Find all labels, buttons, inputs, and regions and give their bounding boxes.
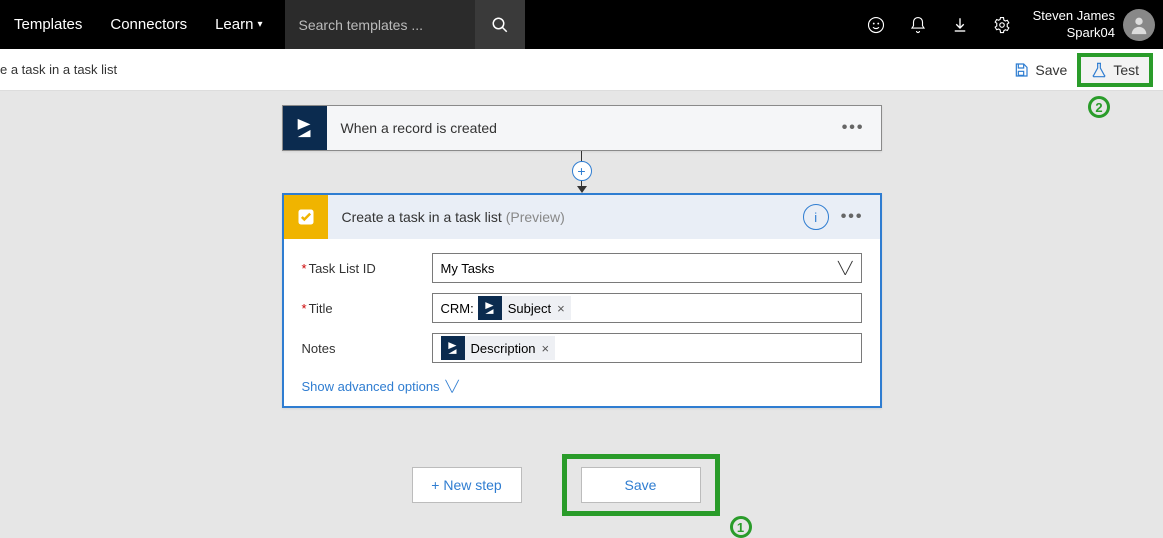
google-tasks-icon [284,195,328,239]
notes-label: Notes [302,341,432,356]
user-menu[interactable]: Steven James Spark04 [1023,0,1163,49]
action-title-preview: (Preview) [506,209,565,225]
nav-connectors[interactable]: Connectors [96,0,201,49]
nav-learn-label: Learn [215,16,253,33]
token-description[interactable]: Description × [441,336,556,360]
trigger-card[interactable]: When a record is created ••• [282,105,882,151]
user-tenant: Spark04 [1033,25,1115,41]
settings-button[interactable] [981,0,1023,49]
save-callout-group: Save 1 [562,454,752,516]
action-title-main: Create a task in a task list [342,209,506,225]
title-label: *Title [302,301,432,316]
show-advanced-link[interactable]: Show advanced options ╲╱ [302,379,459,394]
row-tasklist: *Task List ID My Tasks ╲╱ [302,253,862,283]
dynamics-icon [283,106,327,150]
cmd-save-button[interactable]: Save [1003,53,1077,87]
search-icon [491,16,509,34]
action-card[interactable]: Create a task in a task list (Preview) i… [282,193,882,408]
title-prefix: CRM: [441,301,474,316]
flow-canvas: When a record is created ••• + Create a … [0,91,1163,516]
action-more-button[interactable]: ••• [835,208,870,226]
tasklist-value: My Tasks [441,261,495,276]
save-button[interactable]: Save [581,467,701,503]
token-subject-label: Subject [508,301,551,316]
row-title: *Title CRM: Subject × [302,293,862,323]
arrow-down-icon [577,186,587,193]
download-icon [951,16,969,34]
feedback-button[interactable] [855,0,897,49]
cmd-test-button[interactable]: Test [1077,53,1153,87]
smile-icon [867,16,885,34]
tasklist-label: *Task List ID [302,261,432,276]
top-nav-left: Templates Connectors Learn ▾ [0,0,525,49]
notes-input[interactable]: Description × [432,333,862,363]
chevron-down-icon: ╲╱ [446,380,459,393]
cmd-test-label: Test [1113,62,1139,78]
user-name: Steven James [1033,8,1115,24]
info-button[interactable]: i [803,204,829,230]
user-text: Steven James Spark04 [1033,8,1115,41]
notifications-button[interactable] [897,0,939,49]
token-remove-button[interactable]: × [557,301,565,316]
chevron-down-icon: ╲╱ [838,261,852,275]
nav-templates[interactable]: Templates [0,0,96,49]
new-step-button[interactable]: + New step [412,467,522,503]
row-notes: Notes Description × [302,333,862,363]
avatar [1123,9,1155,41]
top-nav: Templates Connectors Learn ▾ [0,0,1163,49]
cmd-save-label: Save [1035,62,1067,78]
person-icon [1128,14,1150,36]
connector: + [282,151,882,193]
tasklist-select[interactable]: My Tasks ╲╱ [432,253,862,283]
show-advanced-label: Show advanced options [302,379,440,394]
gear-icon [993,16,1011,34]
token-remove-button[interactable]: × [542,341,550,356]
download-button[interactable] [939,0,981,49]
info-icon: i [814,210,817,225]
dynamics-icon [478,296,502,320]
insert-step-button[interactable]: + [572,161,592,181]
save-icon [1013,62,1029,78]
nav-learn[interactable]: Learn ▾ [201,0,276,49]
flask-icon [1091,62,1107,78]
callout-1: 1 [730,516,752,538]
bell-icon [909,16,927,34]
token-description-label: Description [471,341,536,356]
trigger-more-button[interactable]: ••• [836,119,871,137]
breadcrumb: e a task in a task list [0,62,117,77]
save-highlight: Save [562,454,720,516]
search-container [285,0,525,49]
bottom-actions: + New step Save 1 [282,454,882,516]
trigger-title: When a record is created [327,120,836,136]
command-bar: e a task in a task list Save Test [0,49,1163,91]
action-title: Create a task in a task list (Preview) [328,209,803,225]
token-subject[interactable]: Subject × [478,296,571,320]
action-body: *Task List ID My Tasks ╲╱ *Title CRM: [284,239,880,406]
search-button[interactable] [475,0,525,49]
dynamics-icon [441,336,465,360]
search-input[interactable] [285,0,475,49]
title-input[interactable]: CRM: Subject × [432,293,862,323]
chevron-down-icon: ▾ [257,19,262,30]
